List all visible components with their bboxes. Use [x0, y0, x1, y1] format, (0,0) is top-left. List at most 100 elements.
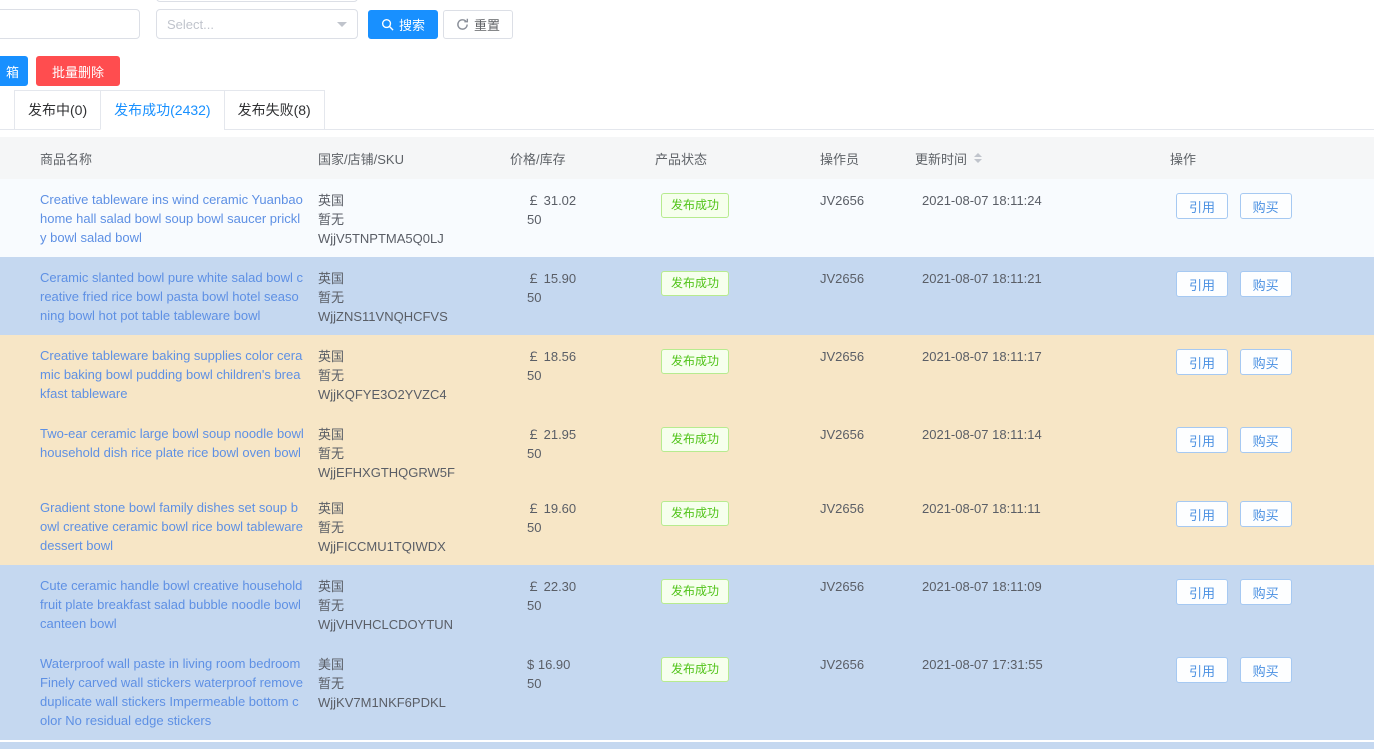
stock-value: 50 — [527, 674, 655, 693]
quote-button[interactable]: 引用 — [1176, 193, 1228, 219]
updated-time-value: 2021-08-07 18:11:11 — [915, 487, 1170, 565]
buy-button[interactable]: 购买 — [1240, 579, 1292, 605]
country-label: 英国 — [318, 191, 510, 210]
table-row: Ceramic slanted bowl pure white salad bo… — [0, 257, 1374, 335]
quote-button[interactable]: 引用 — [1176, 501, 1228, 527]
sku-label: WjjKV7M1NKF6PDKL — [318, 693, 510, 712]
products-table: 商品名称 国家/店铺/SKU 价格/库存 产品状态 操作员 更新时间 操作 Cr… — [0, 137, 1374, 749]
table-header: 商品名称 国家/店铺/SKU 价格/库存 产品状态 操作员 更新时间 操作 — [0, 137, 1374, 179]
stock-value: 50 — [527, 366, 655, 385]
cutoff-blue-button-label: 箱 — [6, 62, 19, 81]
price-value: ￡ 19.60 — [527, 499, 655, 518]
status-tabs: 发布中(0) 发布成功(2432) 发布失败(8) — [14, 90, 324, 130]
price-value: $ 16.90 — [527, 655, 655, 674]
country-label: 英国 — [318, 347, 510, 366]
stock-value: 50 — [527, 596, 655, 615]
product-name-link[interactable]: Creative tableware baking supplies color… — [40, 346, 304, 403]
store-label: 暂无 — [318, 366, 510, 385]
updated-time-value: 2021-08-07 18:11:17 — [915, 335, 1170, 413]
reset-icon — [456, 18, 469, 31]
operator-value: JV2656 — [820, 179, 915, 257]
product-name-link[interactable]: Two-ear ceramic large bowl soup noodle b… — [40, 424, 304, 462]
table-body: Creative tableware ins wind ceramic Yuan… — [0, 179, 1374, 740]
updated-time-value: 2021-08-07 18:11:21 — [915, 257, 1170, 335]
buy-button[interactable]: 购买 — [1240, 501, 1292, 527]
stock-value: 50 — [527, 444, 655, 463]
reset-button-label: 重置 — [474, 15, 500, 34]
quote-button[interactable]: 引用 — [1176, 349, 1228, 375]
search-icon — [381, 18, 394, 31]
product-name-link[interactable]: Ceramic slanted bowl pure white salad bo… — [40, 268, 304, 325]
status-badge: 发布成功 — [661, 579, 729, 604]
batch-delete-button[interactable]: 批量删除 — [36, 56, 120, 86]
buy-button[interactable]: 购买 — [1240, 657, 1292, 683]
sort-desc-icon[interactable] — [974, 159, 982, 163]
operator-value: JV2656 — [820, 643, 915, 740]
col-operator: 操作员 — [820, 149, 915, 168]
buy-button[interactable]: 购买 — [1240, 193, 1292, 219]
quote-button[interactable]: 引用 — [1176, 427, 1228, 453]
buy-button[interactable]: 购买 — [1240, 349, 1292, 375]
store-select[interactable]: Select... — [156, 9, 358, 39]
store-label: 暂无 — [318, 674, 510, 693]
stock-value: 50 — [527, 518, 655, 537]
buy-button[interactable]: 购买 — [1240, 427, 1292, 453]
store-label: 暂无 — [318, 210, 510, 229]
price-value: ￡ 15.90 — [527, 269, 655, 288]
quote-button[interactable]: 引用 — [1176, 579, 1228, 605]
updated-time-value: 2021-08-07 18:11:09 — [915, 565, 1170, 643]
col-actions: 操作 — [1170, 149, 1374, 168]
sku-label: WjjKQFYE3O2YVZC4 — [318, 385, 510, 404]
country-label: 英国 — [318, 577, 510, 596]
quote-button[interactable]: 引用 — [1176, 271, 1228, 297]
price-value: ￡ 18.56 — [527, 347, 655, 366]
product-name-link[interactable]: Cute ceramic handle bowl creative househ… — [40, 576, 304, 633]
col-price-stock: 价格/库存 — [510, 149, 655, 168]
sort-asc-icon[interactable] — [974, 153, 982, 157]
operator-value: JV2656 — [820, 257, 915, 335]
operator-value: JV2656 — [820, 487, 915, 565]
sku-label: WjjEFHXGTHQGRW5F — [318, 463, 510, 482]
store-label: 暂无 — [318, 288, 510, 307]
updated-time-value: 2021-08-07 18:11:14 — [915, 413, 1170, 487]
country-label: 英国 — [318, 425, 510, 444]
price-value: ￡ 22.30 — [527, 577, 655, 596]
sort-control[interactable] — [974, 153, 982, 163]
status-badge: 发布成功 — [661, 193, 729, 218]
cutoff-input-above — [156, 0, 358, 2]
table-row: Two-ear ceramic large bowl soup noodle b… — [0, 413, 1374, 487]
quote-button[interactable]: 引用 — [1176, 657, 1228, 683]
product-name-link[interactable]: Creative tableware ins wind ceramic Yuan… — [40, 190, 304, 247]
status-badge: 发布成功 — [661, 271, 729, 296]
reset-button[interactable]: 重置 — [443, 10, 513, 39]
cutoff-blue-button[interactable]: 箱 — [0, 56, 28, 86]
operator-value: JV2656 — [820, 413, 915, 487]
status-badge: 发布成功 — [661, 501, 729, 526]
tab-publishing[interactable]: 发布中(0) — [14, 90, 101, 130]
sku-label: WjjV5TNPTMA5Q0LJ — [318, 229, 510, 248]
stock-value: 50 — [527, 210, 655, 229]
buy-button[interactable]: 购买 — [1240, 271, 1292, 297]
col-product-status: 产品状态 — [655, 149, 820, 168]
product-name-link[interactable]: Waterproof wall paste in living room bed… — [40, 654, 304, 730]
tab-publish-success[interactable]: 发布成功(2432) — [100, 90, 224, 130]
status-badge: 发布成功 — [661, 427, 729, 452]
store-label: 暂无 — [318, 596, 510, 615]
status-badge: 发布成功 — [661, 349, 729, 374]
table-row: Gradient stone bowl family dishes set so… — [0, 487, 1374, 565]
status-badge: 发布成功 — [661, 657, 729, 682]
sku-label: WjjVHVHCLCDOYTUN — [318, 615, 510, 634]
search-button[interactable]: 搜索 — [368, 10, 438, 39]
col-updated-time: 更新时间 — [915, 149, 1170, 168]
product-name-link[interactable]: Gradient stone bowl family dishes set so… — [40, 498, 304, 555]
keyword-input[interactable] — [0, 9, 140, 39]
tab-publish-failed[interactable]: 发布失败(8) — [224, 90, 325, 130]
search-button-label: 搜索 — [399, 15, 425, 34]
operator-value: JV2656 — [820, 565, 915, 643]
chevron-down-icon — [337, 22, 347, 27]
price-value: ￡ 21.95 — [527, 425, 655, 444]
store-label: 暂无 — [318, 518, 510, 537]
batch-delete-label: 批量删除 — [52, 62, 104, 81]
table-row: Creative tableware baking supplies color… — [0, 335, 1374, 413]
price-value: ￡ 31.02 — [527, 191, 655, 210]
